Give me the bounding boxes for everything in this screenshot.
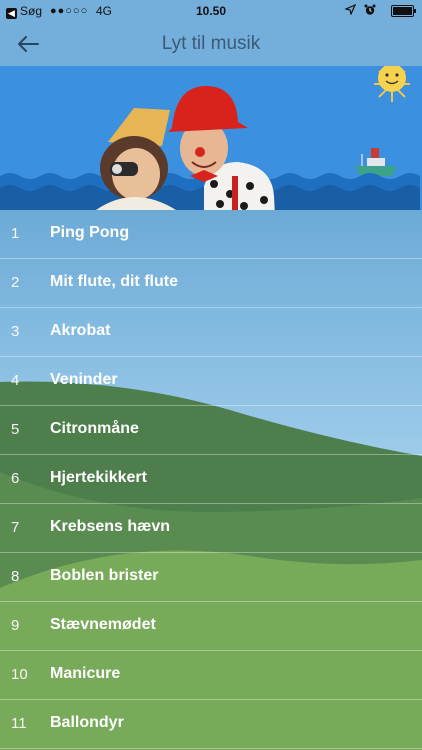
track-number: 7 xyxy=(11,519,20,536)
track-list: 1 Ping Pong 2 Mit flute, dit flute 3 Akrobat 4… xyxy=(0,210,422,750)
track-row[interactable]: 7 Krebsens hævn xyxy=(0,504,422,553)
track-number: 10 xyxy=(11,666,28,683)
nav-bar: Lyt til musik xyxy=(0,22,422,66)
track-title: Boblen brister xyxy=(50,567,159,584)
track-title: Krebsens hævn xyxy=(50,518,171,535)
track-title: Citronmåne xyxy=(50,420,139,437)
track-row[interactable]: 5 Citronmåne xyxy=(0,406,422,455)
track-row[interactable]: 1 Ping Pong xyxy=(0,210,422,259)
hero-image xyxy=(0,66,422,210)
track-number: 3 xyxy=(11,323,20,340)
page-title: Lyt til musik xyxy=(161,33,261,54)
status-bar: ◀ Søg ●●○○○ 4G 10.50 xyxy=(0,0,422,22)
track-number: 11 xyxy=(11,715,27,732)
track-title: Hjertekikkert xyxy=(50,469,147,486)
track-title: Manicure xyxy=(50,665,121,682)
track-row[interactable]: 4 Veninder xyxy=(0,357,422,406)
track-number: 9 xyxy=(11,617,20,634)
sun-icon xyxy=(374,66,410,102)
track-number: 6 xyxy=(11,470,20,487)
track-row[interactable]: 2 Mit flute, dit flute xyxy=(0,259,422,308)
track-number: 4 xyxy=(11,372,20,389)
track-title: Veninder xyxy=(50,371,118,388)
track-number: 5 xyxy=(11,421,20,438)
track-number: 2 xyxy=(11,274,20,291)
track-title: Mit flute, dit flute xyxy=(50,273,178,290)
clock: 10.50 xyxy=(195,4,227,18)
location-icon xyxy=(344,3,357,18)
track-title: Ping Pong xyxy=(50,224,130,241)
alarm-icon xyxy=(364,4,376,19)
battery-icon xyxy=(391,5,416,17)
track-row[interactable]: 9 Stævnemødet xyxy=(0,602,422,651)
track-title: Ballondyr xyxy=(50,714,124,731)
track-title: Akrobat xyxy=(50,322,111,339)
track-row[interactable]: 10 Manicure xyxy=(0,651,422,700)
track-row[interactable]: 3 Akrobat xyxy=(0,308,422,357)
track-row[interactable]: 11 Ballondyr xyxy=(0,700,422,749)
track-row[interactable]: 6 Hjertekikkert xyxy=(0,455,422,504)
track-title: Stævnemødet xyxy=(50,616,156,633)
track-number: 8 xyxy=(11,568,20,585)
track-row[interactable]: 8 Boblen brister xyxy=(0,553,422,602)
track-number: 1 xyxy=(11,225,20,242)
